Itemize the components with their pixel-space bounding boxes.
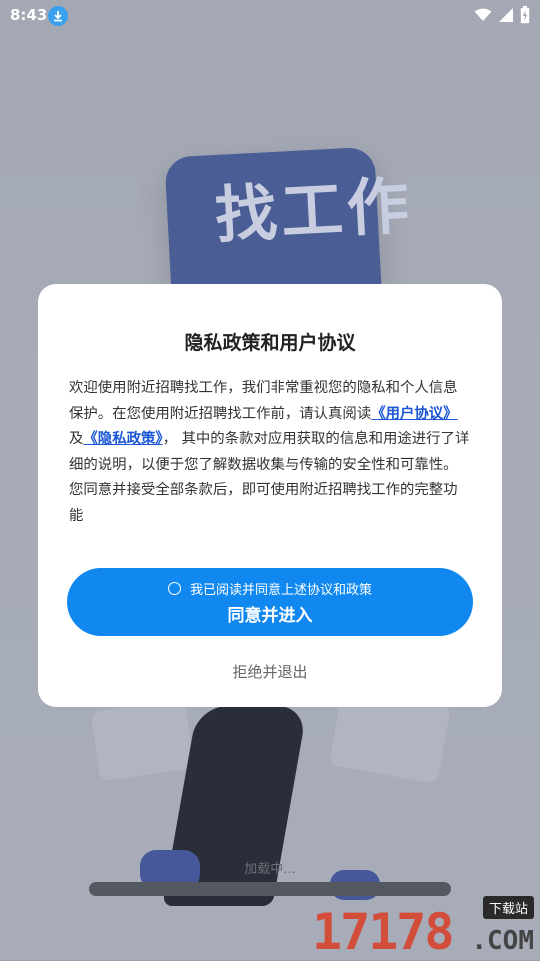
status-bar: 8:43 xyxy=(0,0,540,32)
splash-document-left xyxy=(90,698,195,782)
watermark-number: 17178 xyxy=(312,903,455,961)
wifi-icon xyxy=(474,8,492,21)
watermark-domain: .COM xyxy=(471,926,534,956)
reject-and-exit-button[interactable]: 拒绝并退出 xyxy=(38,661,502,682)
consent-radio-icon[interactable] xyxy=(167,582,181,595)
battery-icon xyxy=(520,6,530,24)
consent-checkbox-label: 我已阅读并同意上述协议和政策 xyxy=(189,583,372,598)
agree-button-label: 同意并进入 xyxy=(227,606,313,626)
dialog-title: 隐私政策和用户协议 xyxy=(184,332,356,354)
download-icon xyxy=(48,6,68,26)
watermark: 17178 下载站 .COM xyxy=(312,896,534,958)
consent-checkbox-row[interactable]: 我已阅读并同意上述协议和政策 xyxy=(67,579,473,598)
privacy-dialog: 隐私政策和用户协议 欢迎使用附近招聘找工作，我们非常重视您的隐私和个人信息保护。… xyxy=(38,284,502,707)
agree-and-enter-button[interactable]: 我已阅读并同意上述协议和政策 同意并进入 xyxy=(67,568,473,636)
system-icons xyxy=(474,6,530,24)
dialog-body: 欢迎使用附近招聘找工作，我们非常重视您的隐私和个人信息保护。在您使用附近招聘找工… xyxy=(69,376,471,529)
loading-text: 加载中... xyxy=(244,862,296,877)
watermark-badge: 下载站 xyxy=(482,896,534,919)
loading-progress-bar xyxy=(89,882,451,896)
user-agreement-link[interactable]: 《用户协议》 xyxy=(371,406,457,422)
splash-logo-text: 找工作 xyxy=(213,168,415,253)
privacy-policy-link[interactable]: 《隐私政策》 xyxy=(83,431,162,447)
conjunction-text: 及 xyxy=(69,431,84,447)
cell-signal-icon xyxy=(499,8,513,22)
status-time: 8:43 xyxy=(10,6,48,24)
